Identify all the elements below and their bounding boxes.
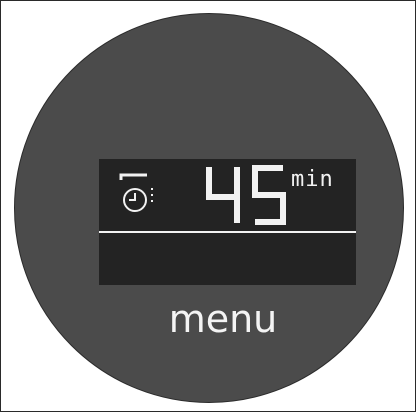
appliance-panel: min menu xyxy=(0,0,416,412)
digit-4 xyxy=(206,167,240,223)
timer-clock-icon xyxy=(119,173,153,212)
control-dial[interactable]: min menu xyxy=(14,13,404,403)
lcd-display: min xyxy=(99,159,356,285)
menu-button[interactable]: menu xyxy=(155,294,291,344)
time-unit-label: min xyxy=(291,167,334,192)
display-divider xyxy=(99,231,356,233)
digit-5 xyxy=(252,165,286,225)
time-value xyxy=(206,165,286,225)
